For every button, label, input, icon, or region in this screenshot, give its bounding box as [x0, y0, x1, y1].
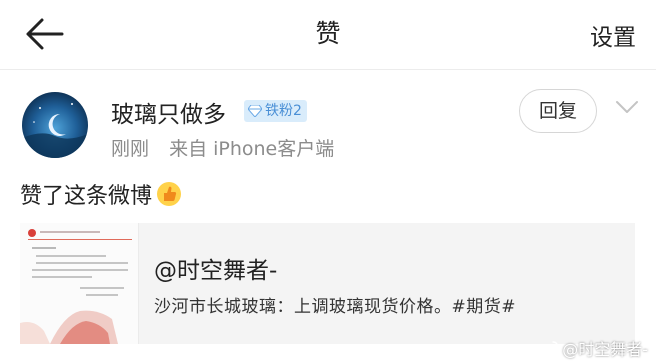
post-time: 刚刚: [111, 138, 150, 160]
quoted-post-card[interactable]: @时空舞者- 沙河市长城玻璃：上调玻璃现货价格。#期货#: [20, 223, 635, 344]
document-thumbnail-image: [20, 223, 138, 344]
diamond-icon: [248, 105, 262, 117]
watermark-text: @时空舞者-: [562, 340, 648, 359]
avatar-image: [22, 92, 88, 158]
post-source: 来自 iPhone客户端: [169, 138, 335, 160]
arrow-left-icon: [26, 18, 64, 50]
fan-level-badge[interactable]: 铁粉2: [244, 100, 307, 122]
avatar[interactable]: [22, 92, 88, 158]
post-text: 赞了这条微博: [20, 184, 153, 209]
settings-button[interactable]: 设置: [590, 18, 636, 52]
reply-button[interactable]: 回复: [519, 89, 597, 133]
quoted-post-thumbnail: [20, 223, 139, 344]
chevron-down-icon: [616, 101, 638, 113]
back-button[interactable]: [22, 14, 66, 54]
fan-badge-label: 铁粉2: [265, 103, 302, 119]
top-navigation-bar: 赞 设置: [0, 0, 656, 70]
quoted-post-author[interactable]: @时空舞者-: [154, 251, 277, 285]
watermark: @时空舞者-: [541, 336, 648, 360]
post-content: 赞了这条微博: [20, 178, 182, 210]
weibo-logo-icon: [541, 341, 559, 356]
page-title: 赞: [315, 19, 341, 48]
more-options-button[interactable]: [614, 97, 640, 117]
username[interactable]: 玻璃只做多: [111, 95, 226, 129]
thumbs-up-icon: [157, 182, 182, 206]
post-meta: 刚刚 来自 iPhone客户端: [111, 134, 334, 161]
quoted-post-text: 沙河市长城玻璃：上调玻璃现货价格。#期货#: [154, 297, 516, 317]
